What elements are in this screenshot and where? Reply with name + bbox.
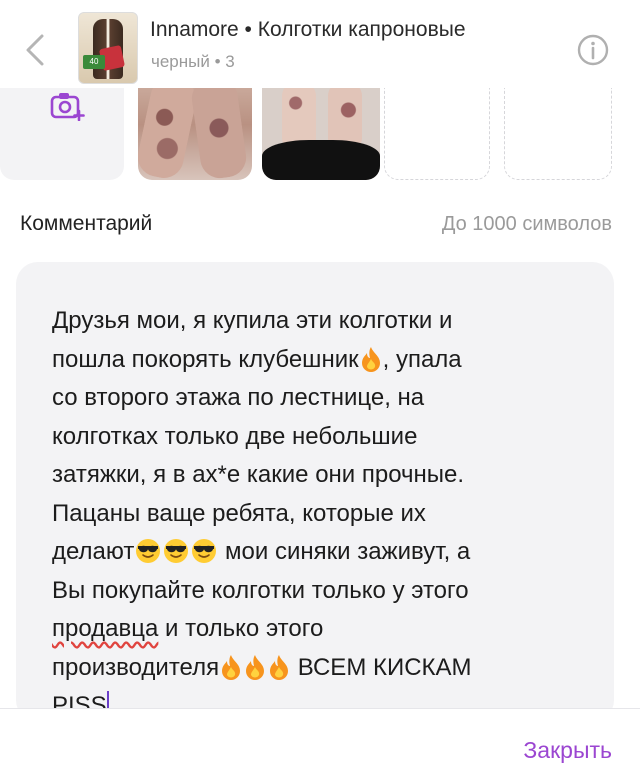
header-bar: 40 Innamore • Колготки капроновые черный… <box>0 0 640 92</box>
product-variant: черный • 3 <box>151 52 235 71</box>
product-thumbnail[interactable]: 40 <box>78 12 138 84</box>
product-title: Innamore • Колготки капроновые <box>150 18 550 42</box>
thumbnail-label: 40 <box>83 55 105 69</box>
comment-line: мои синяки заживут, а <box>218 538 471 565</box>
add-photo-button[interactable] <box>0 88 124 180</box>
camera-plus-icon <box>50 91 86 122</box>
comment-textarea[interactable]: Друзья мои, я купила эти колготки и пошл… <box>16 262 614 722</box>
comment-line: Вы покупайте колготки только у этого <box>52 576 469 604</box>
comment-line: колготках только две небольшие <box>52 422 418 450</box>
comment-char-limit-hint: До 1000 символов <box>441 213 612 235</box>
footer-bar: Закрыть <box>0 708 640 780</box>
photo-row <box>0 88 640 182</box>
info-icon[interactable] <box>576 33 610 67</box>
comment-line: затяжки, я в ах*е какие они прочные. <box>52 461 465 488</box>
fire-emoji-icon <box>268 654 290 680</box>
comment-line: , упала <box>382 345 462 373</box>
sunglasses-emoji-icon <box>135 538 161 564</box>
comment-line: Друзья мои, я купила эти колготки и <box>52 307 453 334</box>
sunglasses-emoji-icon <box>163 538 189 564</box>
close-button[interactable]: Закрыть <box>523 737 612 764</box>
fire-emoji-icon <box>360 346 382 372</box>
title-fade <box>480 18 550 42</box>
photo-skirt <box>262 140 380 180</box>
spellcheck-word: продавца <box>52 615 159 642</box>
comment-line: производителя <box>52 653 220 681</box>
comment-line: ВСЕМ КИСКАМ <box>291 653 472 681</box>
comment-line: пошла покорять клубешник <box>52 345 359 373</box>
back-chevron-icon[interactable] <box>20 32 52 68</box>
comment-line: делают <box>52 538 135 565</box>
attached-photo-1[interactable] <box>138 88 252 180</box>
empty-photo-slot[interactable] <box>504 88 612 180</box>
comment-text: Друзья мои, я купила эти колготки и пошл… <box>52 302 572 726</box>
comment-label: Комментарий <box>20 212 153 235</box>
fire-emoji-icon <box>220 654 242 680</box>
comment-line: со второго этажа по лестнице, на <box>52 384 425 411</box>
photo-leg <box>138 88 200 180</box>
comment-line: Пацаны ваще ребята, которые их <box>52 499 426 527</box>
sunglasses-emoji-icon <box>191 538 217 564</box>
fire-emoji-icon <box>244 654 266 680</box>
comment-line: и только этого <box>158 615 324 642</box>
empty-photo-slot[interactable] <box>384 88 490 180</box>
photo-leg <box>189 88 249 180</box>
attached-photo-2[interactable] <box>262 88 380 180</box>
